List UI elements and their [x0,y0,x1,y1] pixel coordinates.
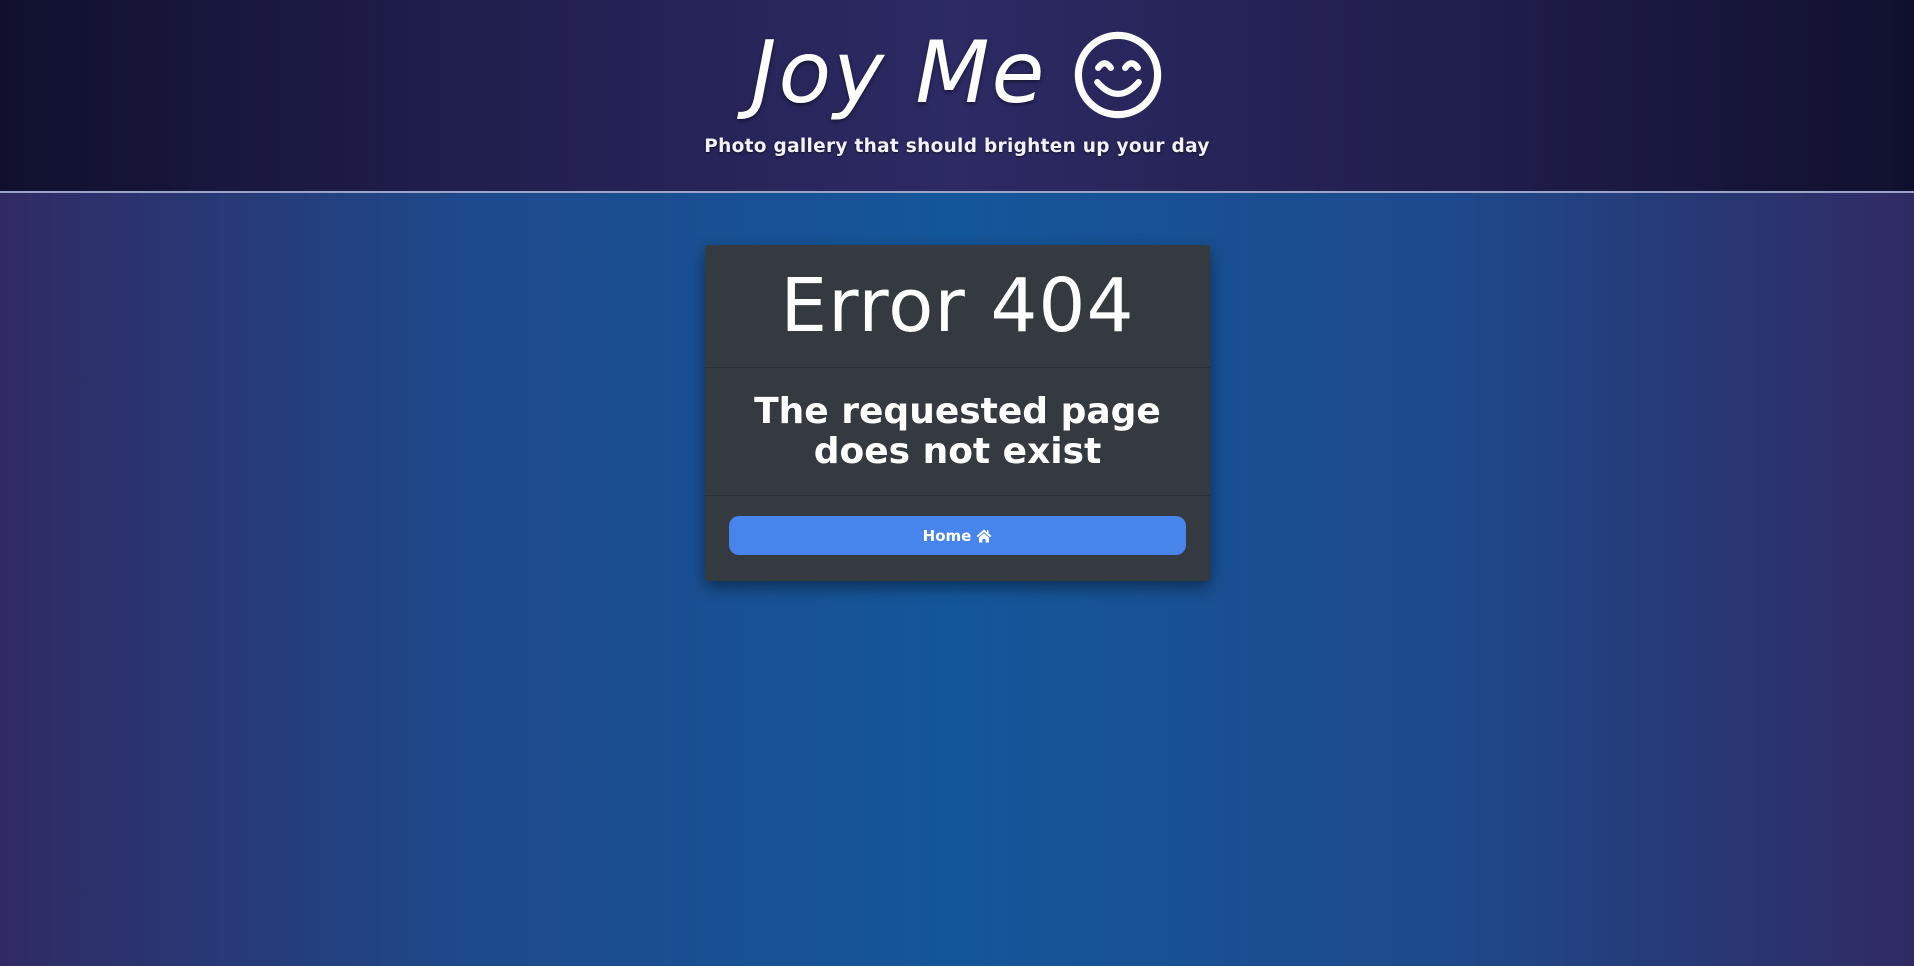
home-icon [976,529,992,542]
error-card: Error 404 The requested page does not ex… [705,245,1210,581]
brand[interactable]: Joy Me [0,18,1914,128]
error-heading: Error 404 [705,245,1210,368]
site-header: Joy Me Photo gallery that should brighte… [0,0,1914,193]
site-title[interactable]: Joy Me [751,18,1046,128]
site-tagline: Photo gallery that should brighten up yo… [704,136,1210,157]
home-button[interactable]: Home [729,516,1186,555]
smiling-face-icon [1074,31,1162,119]
error-message: The requested page does not exist [754,390,1161,472]
home-button-label: Home [922,526,972,545]
card-footer: Home [705,496,1210,575]
error-message-container: The requested page does not exist [705,368,1210,496]
